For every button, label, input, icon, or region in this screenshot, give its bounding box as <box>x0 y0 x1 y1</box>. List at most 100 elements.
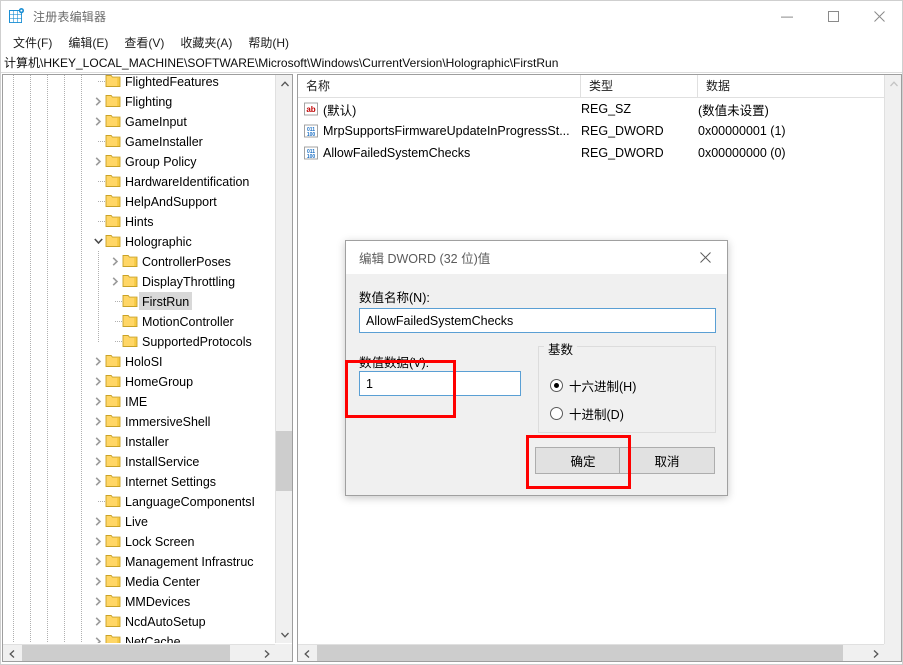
tree-item-holographic[interactable]: Holographic <box>3 231 275 251</box>
listview-row[interactable]: ab(默认)REG_SZ(数值未设置) <box>298 98 884 120</box>
chevron-right-icon[interactable] <box>90 531 106 551</box>
chevron-right-icon[interactable] <box>90 151 106 171</box>
tree-item-group-policy[interactable]: Group Policy <box>3 151 275 171</box>
tree-item-mmdevices[interactable]: MMDevices <box>3 591 275 611</box>
tree-item-internet-settings[interactable]: Internet Settings <box>3 471 275 491</box>
chevron-right-icon[interactable] <box>90 451 106 471</box>
tree-item-installservice[interactable]: InstallService <box>3 451 275 471</box>
svg-text:ab: ab <box>306 105 315 114</box>
tree-item-label: HomeGroup <box>122 372 196 390</box>
radio-hexadecimal[interactable]: 十六进制(H) <box>550 376 636 395</box>
chevron-right-icon[interactable] <box>90 511 106 531</box>
minimize-button[interactable]: — <box>764 1 810 31</box>
tree-item-flighting[interactable]: Flighting <box>3 91 275 111</box>
tree-item-live[interactable]: Live <box>3 511 275 531</box>
chevron-right-icon[interactable] <box>90 391 106 411</box>
chevron-right-icon[interactable] <box>90 91 106 111</box>
menu-edit[interactable]: 编辑(E) <box>60 32 116 53</box>
chevron-right-icon[interactable] <box>90 471 106 491</box>
listview-hscroll-thumb[interactable] <box>317 645 843 662</box>
tree-item-homegroup[interactable]: HomeGroup <box>3 371 275 391</box>
tree-item-label: LanguageComponentsI <box>122 492 258 510</box>
ok-button[interactable]: 确定 <box>535 447 631 474</box>
listview-cell-name: 011100AllowFailedSystemChecks <box>298 145 581 161</box>
listview-cell-name: ab(默认) <box>298 100 581 119</box>
column-header-type[interactable]: 类型 <box>581 75 698 97</box>
menu-view[interactable]: 查看(V) <box>116 32 172 53</box>
tree-item-controllerposes[interactable]: ControllerPoses <box>3 251 275 271</box>
folder-icon <box>105 233 121 249</box>
listview-horizontal-scrollbar[interactable] <box>298 644 884 661</box>
tree-horizontal-scrollbar[interactable] <box>3 644 275 661</box>
address-bar[interactable]: 计算机\HKEY_LOCAL_MACHINE\SOFTWARE\Microsof… <box>1 53 902 73</box>
tree-vertical-scrollbar[interactable] <box>275 75 292 643</box>
tree-scroll-thumb[interactable] <box>276 431 293 491</box>
tree-item-supportedprotocols[interactable]: SupportedProtocols <box>3 331 275 351</box>
registry-tree[interactable]: FlightedFeaturesFlightingGameInputGameIn… <box>3 75 275 643</box>
chevron-right-icon[interactable] <box>90 351 106 371</box>
chevron-right-icon[interactable] <box>90 411 106 431</box>
scroll-left-icon[interactable] <box>3 645 20 662</box>
close-button[interactable] <box>856 1 902 31</box>
column-header-data[interactable]: 数据 <box>698 75 884 97</box>
tree-item-gameinput[interactable]: GameInput <box>3 111 275 131</box>
cancel-button[interactable]: 取消 <box>619 447 715 474</box>
tree-item-flightedfeatures[interactable]: FlightedFeatures <box>3 75 275 91</box>
tree-item-immersiveshell[interactable]: ImmersiveShell <box>3 411 275 431</box>
tree-item-ncdautosetup[interactable]: NcdAutoSetup <box>3 611 275 631</box>
chevron-down-icon[interactable] <box>90 231 106 251</box>
tree-item-ime[interactable]: IME <box>3 391 275 411</box>
tree-hscroll-thumb[interactable] <box>22 645 230 662</box>
listview-row[interactable]: 011100MrpSupportsFirmwareUpdateInProgres… <box>298 120 884 142</box>
chevron-right-icon[interactable] <box>90 551 106 571</box>
tree-item-languagecomponentsi[interactable]: LanguageComponentsI <box>3 491 275 511</box>
listview-row[interactable]: 011100AllowFailedSystemChecksREG_DWORD0x… <box>298 142 884 164</box>
tree-item-hints[interactable]: Hints <box>3 211 275 231</box>
chevron-right-icon[interactable] <box>90 591 106 611</box>
dialog-close-button[interactable] <box>683 241 727 274</box>
scroll-right-icon[interactable] <box>258 645 275 662</box>
chevron-right-icon[interactable] <box>90 371 106 391</box>
column-header-name[interactable]: 名称 <box>298 75 581 97</box>
tree-item-label: Flighting <box>122 92 175 110</box>
tree-item-firstrun[interactable]: FirstRun <box>3 291 275 311</box>
folder-icon <box>105 133 121 149</box>
tree-item-management-infrastruc[interactable]: Management Infrastruc <box>3 551 275 571</box>
scroll-down-icon[interactable] <box>276 626 293 643</box>
tree-item-motioncontroller[interactable]: MotionController <box>3 311 275 331</box>
scroll-right-icon[interactable] <box>867 645 884 662</box>
tree-item-lock-screen[interactable]: Lock Screen <box>3 531 275 551</box>
tree-item-netcache[interactable]: NetCache <box>3 631 275 643</box>
scroll-left-icon[interactable] <box>298 645 315 662</box>
tree-item-label: NetCache <box>122 632 184 643</box>
menu-help[interactable]: 帮助(H) <box>240 32 297 53</box>
chevron-right-icon[interactable] <box>90 111 106 131</box>
chevron-right-icon[interactable] <box>107 271 123 291</box>
scroll-up-icon[interactable] <box>276 75 293 92</box>
tree-item-label: InstallService <box>122 452 202 470</box>
chevron-right-icon[interactable] <box>107 251 123 271</box>
chevron-right-icon[interactable] <box>90 571 106 591</box>
menu-favorites[interactable]: 收藏夹(A) <box>172 32 240 53</box>
tree-item-displaythrottling[interactable]: DisplayThrottling <box>3 271 275 291</box>
menu-file[interactable]: 文件(F) <box>5 32 60 53</box>
value-name-input[interactable] <box>359 308 716 333</box>
tree-item-gameinstaller[interactable]: GameInstaller <box>3 131 275 151</box>
maximize-button[interactable] <box>810 1 856 31</box>
chevron-right-icon[interactable] <box>90 611 106 631</box>
tree-item-holosi[interactable]: HoloSI <box>3 351 275 371</box>
scroll-up-icon[interactable] <box>885 75 902 92</box>
tree-item-helpandsupport[interactable]: HelpAndSupport <box>3 191 275 211</box>
chevron-right-icon[interactable] <box>90 631 106 643</box>
value-data-input[interactable] <box>359 371 521 396</box>
listview-body[interactable]: ab(默认)REG_SZ(数值未设置) 011100MrpSupportsFirm… <box>298 98 884 164</box>
tree-item-label: Internet Settings <box>122 472 219 490</box>
chevron-right-icon[interactable] <box>90 431 106 451</box>
tree-item-media-center[interactable]: Media Center <box>3 571 275 591</box>
listview-vertical-scrollbar[interactable] <box>884 75 901 661</box>
folder-icon <box>122 333 138 349</box>
tree-item-installer[interactable]: Installer <box>3 431 275 451</box>
tree-item-hardwareidentification[interactable]: HardwareIdentification <box>3 171 275 191</box>
listview-cell-name: 011100MrpSupportsFirmwareUpdateInProgres… <box>298 123 581 139</box>
radio-decimal[interactable]: 十进制(D) <box>550 404 624 423</box>
